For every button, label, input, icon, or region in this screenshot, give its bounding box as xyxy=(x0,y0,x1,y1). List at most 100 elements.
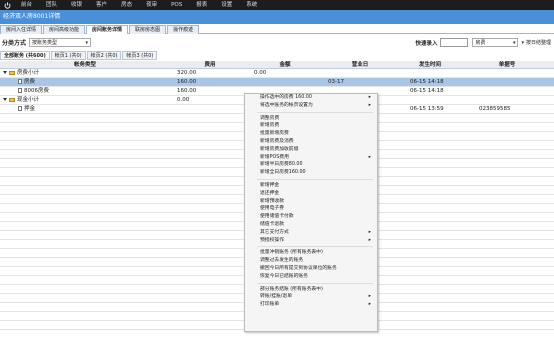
menu-item-label: 新增房费加收前缀 xyxy=(260,146,299,152)
expand-icon[interactable] xyxy=(3,71,7,74)
chevron-right-icon: ▸ xyxy=(368,154,371,160)
power-icon[interactable] xyxy=(3,1,11,9)
header-fee[interactable]: 费用 xyxy=(170,61,250,68)
header-amount[interactable]: 金额 xyxy=(250,61,320,68)
header-time[interactable]: 发生时间 xyxy=(400,61,460,68)
context-menu-item[interactable]: 恢复今日已结账的账务 xyxy=(245,273,377,281)
context-menu-item[interactable]: 使用储值卡付款 xyxy=(245,213,377,221)
row-time: 06-15 13:59 xyxy=(410,106,444,112)
context-menu-item[interactable]: 撤回今日所有提交到协议单位的账务 xyxy=(245,265,377,273)
menu-room-status[interactable]: 房态 xyxy=(121,0,132,10)
quick-entry-input[interactable] xyxy=(440,38,469,47)
tab-advanced-functions[interactable]: 房间高级功能 xyxy=(43,25,86,34)
filter-all-accounts[interactable]: 全部账务 (共600) xyxy=(0,51,50,60)
document-icon xyxy=(18,106,22,111)
context-menu-item[interactable]: 储值卡退款 xyxy=(245,221,377,229)
folder-icon xyxy=(9,97,15,102)
document-icon xyxy=(18,79,22,84)
menu-item-label: 操作选中的房费 160.00 xyxy=(260,95,312,100)
menu-item-label: 新增预收款 xyxy=(260,198,284,204)
header-type[interactable]: 帐务类型 xyxy=(0,61,170,68)
menu-item-label: 新增房费 xyxy=(260,123,280,129)
header-business-day[interactable]: 营业日 xyxy=(320,61,400,68)
menu-cashier[interactable]: 收银 xyxy=(71,0,82,10)
context-menu-item[interactable]: 打印账单 ▸ xyxy=(245,301,377,309)
context-menu-item[interactable]: 调整过去发生的账务 xyxy=(245,257,377,265)
chevron-down-icon: ▾ xyxy=(85,39,89,46)
context-menu-item[interactable]: 退还押金 xyxy=(245,190,377,198)
menu-item-label: 恢复今日已结账的账务 xyxy=(260,273,308,279)
menu-night-audit[interactable]: 夜审 xyxy=(146,0,157,10)
menu-item-label: 新增POS费用 xyxy=(260,154,289,160)
chevron-down-icon: ▾ xyxy=(512,39,516,46)
row-receipt: 023859585 xyxy=(479,106,511,112)
menu-system[interactable]: 系统 xyxy=(246,0,257,10)
context-menu-item[interactable]: 预授权操作 ▸ xyxy=(245,237,377,245)
filter-page-2[interactable]: 帐页2 (共0) xyxy=(86,51,122,60)
context-menu-item[interactable]: 其它支付方式 ▸ xyxy=(245,229,377,237)
row-fee: 0.00 xyxy=(177,97,190,103)
chevron-right-icon: ▸ xyxy=(368,229,371,235)
tab-checkin-detail[interactable]: 房间入住详情 xyxy=(0,25,43,34)
header-receipt[interactable]: 单据号 xyxy=(460,61,554,68)
tab-account-detail[interactable]: 房间账务详情 xyxy=(86,25,129,34)
menu-item-label: 预授权操作 xyxy=(260,237,284,243)
menu-item-label: 使用电子券 xyxy=(260,206,284,212)
menu-item-label: 批量冲销账务 (所有账务表中) xyxy=(260,250,323,256)
top-menubar: 前台 团队 收银 客户 房态 夜审 POS 报表 设置 系统 xyxy=(0,0,554,10)
context-menu-item[interactable]: 批量冲销账务 (所有账务表中) xyxy=(245,249,377,257)
menu-item-label: 退还押金 xyxy=(260,190,280,196)
menu-pos[interactable]: POS xyxy=(171,0,182,10)
room-fee-value: 房费 xyxy=(475,40,486,46)
expand-icon[interactable] xyxy=(3,98,7,101)
category-value: 按账务类型 xyxy=(32,40,58,46)
context-menu-item[interactable]: 新增预收款 xyxy=(245,198,377,206)
menu-customer[interactable]: 客户 xyxy=(96,0,107,10)
menu-front-desk[interactable]: 前台 xyxy=(21,0,32,10)
context-menu-item[interactable]: 新增房费加收前缀 xyxy=(245,146,377,154)
filter-page-1[interactable]: 帐页1 (共0) xyxy=(50,51,86,60)
context-menu-item[interactable]: 新增半日房费80.00 xyxy=(245,161,377,169)
row-label: 房费 xyxy=(24,79,36,85)
context-menu-item[interactable]: 新增房费及消费 xyxy=(245,138,377,146)
context-menu-item[interactable]: 使用电子券 xyxy=(245,205,377,213)
context-menu-item[interactable]: 新增POS费用 ▸ xyxy=(245,154,377,162)
context-menu-item[interactable]: 部分账务结账 (所有账务表中) xyxy=(245,286,377,294)
menu-item-label: 储值卡退款 xyxy=(260,221,284,227)
category-select[interactable]: 按账务类型 ▾ xyxy=(29,38,92,47)
context-menu-item[interactable]: 新增押金 xyxy=(245,182,377,190)
chevron-right-icon: ▸ xyxy=(368,102,371,108)
check-icon[interactable]: ▾ xyxy=(521,40,524,46)
toolbar: 分类方式 按账务类型 ▾ 快速录入 房费 ▾ ▾ 按日结整理 xyxy=(0,35,554,50)
menu-item-label: 部分账务结账 (所有账务表中) xyxy=(260,286,323,292)
menu-reports[interactable]: 报表 xyxy=(196,0,207,10)
context-menu-item[interactable]: 调整房费 xyxy=(245,115,377,123)
context-menu-item[interactable]: 新增房费 xyxy=(245,122,377,130)
row-fee: 160.00 xyxy=(177,79,197,85)
context-menu-item[interactable]: 新增全日房费160.00 xyxy=(245,169,377,177)
row-time: 06-15 14:18 xyxy=(410,88,444,94)
table-row[interactable]: 房费 160.00 03-17 06-15 14:18 xyxy=(0,78,554,87)
grid-header: 帐务类型 费用 金额 营业日 发生时间 单据号 xyxy=(0,61,554,69)
chevron-right-icon: ▸ xyxy=(368,294,371,300)
context-menu-item[interactable]: 操作选中的房费 160.00 ▸ xyxy=(245,94,377,102)
table-row[interactable]: 房费小计 320.00 0.00 xyxy=(0,69,554,78)
date-sort-label[interactable]: 按日结整理 xyxy=(526,39,551,46)
context-menu-item[interactable]: 转账/挂账/退单 ▸ xyxy=(245,293,377,301)
context-menu: 操作选中的房费 160.00 ▸ 将选中账务的帐页设置为 ▸ 调整房费 新增房费 批… xyxy=(244,93,378,332)
filter-page-3[interactable]: 帐页3 (共0) xyxy=(122,51,158,60)
menu-item-label: 将选中账务的帐页设置为 xyxy=(260,102,313,108)
row-type: 房费小计 xyxy=(3,69,163,77)
room-fee-select[interactable]: 房费 ▾ xyxy=(472,38,519,47)
menu-item-label: 使用储值卡付款 xyxy=(260,214,294,220)
menu-settings[interactable]: 设置 xyxy=(221,0,232,10)
menu-team[interactable]: 团队 xyxy=(46,0,57,10)
row-type: 押金 xyxy=(18,105,168,113)
category-label: 分类方式 xyxy=(2,40,27,47)
row-label: 8006房费 xyxy=(24,88,49,94)
row-label: 现金小计 xyxy=(17,97,40,103)
context-menu-item[interactable]: 将选中账务的帐页设置为 ▸ xyxy=(245,102,377,110)
tab-operation-log[interactable]: 操作痕迹 xyxy=(167,25,200,34)
tab-linked-room-map[interactable]: 联房房态图 xyxy=(129,25,167,34)
context-menu-item[interactable]: 批量新增房费 xyxy=(245,130,377,138)
